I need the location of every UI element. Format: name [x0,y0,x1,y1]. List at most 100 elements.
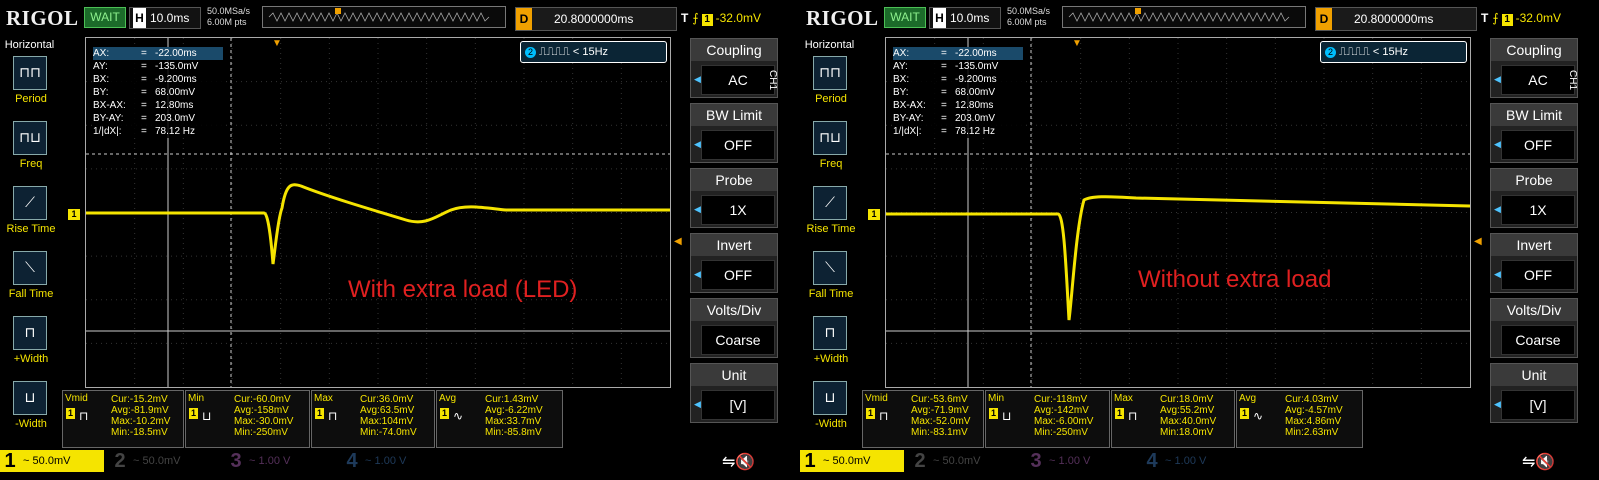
measurement-value: Avg:-142mV [1034,405,1089,416]
channel1-badge: 1 [315,408,324,419]
delay-display[interactable]: D 20.8000000ms [1315,7,1477,31]
cursor-row: BX: = -9.200ms [893,73,1023,86]
cursor-cell: AY: [93,61,108,72]
negative-width-button[interactable]: ⊔ [13,381,47,415]
measurement-name: Vmid [65,393,88,404]
channel1-badge: 1 [1240,408,1249,419]
measurement-value: Min:-18.5mV [111,427,168,438]
cursor-cell: -22.00ms [155,48,197,59]
left-arrow-icon: ◀ [694,139,701,149]
fall-time-button[interactable]: ⟍ [13,251,47,285]
measurement-max[interactable]: Max 1 ⊓ Cur:36.0mV Avg:63.5mV Max:104mV Min:-7… [311,390,435,448]
measurement-value: Max:-10.2mV [111,416,171,427]
measurement-value: Max:40.0mV [1160,416,1217,427]
channel-1-button[interactable]: 1 ~ 50.0mV [800,450,904,472]
menu-bw-limit[interactable]: BW Limit OFF ◀ [1490,103,1578,163]
frequency-button[interactable]: ⊓⊔ [813,121,847,155]
measurement-max[interactable]: Max 1 ⊓ Cur:18.0mV Avg:55.2mV Max:40.0mV Min:1… [1111,390,1235,448]
measurement-vmid[interactable]: Vmid 1 ⊓ Cur:-15.2mV Avg:-81.9mV Max:-10.2mV M… [62,390,184,448]
frequency-button[interactable]: ⊓⊔ [13,121,47,155]
menu-unit[interactable]: Unit [V] ◀ [690,363,778,423]
positive-width-icon: ⊓ [824,324,836,340]
menu-volts-div[interactable]: Volts/Div Coarse [1490,298,1578,358]
channel-scale: 50.0mV [942,455,981,467]
measurement-min[interactable]: Min 1 ⊔ Cur:-118mV Avg:-142mV Max:-6.00mV Min:… [985,390,1110,448]
menu-value: OFF [701,260,775,290]
measurement-avg[interactable]: Avg 1 ∿ Cur:1.43mV Avg:-6.22mV Max:33.7mV Min:… [436,390,563,448]
channel-menu-title: CH1 [767,70,778,91]
sample-rate: 50.0MSa/s [207,6,251,16]
channel2-badge: 2 [525,47,536,58]
cursor-cell: -22.00ms [955,48,997,59]
trigger-level-marker[interactable]: ◀ [674,236,682,247]
measurement-vmid[interactable]: Vmid 1 ⊓ Cur:-53.6mV Avg:-71.9mV Max:-52.0mV M… [862,390,984,448]
channel-4-button[interactable]: 4 ~ 1.00 V [1142,450,1252,472]
acquisition-info: 50.0MSa/s 6.00M pts [207,6,250,28]
measurement-values: Cur:-53.6mV Avg:-71.9mV Max:-52.0mV Min:-83… [911,394,970,438]
channel-4-button[interactable]: 4 ~ 1.00 V [342,450,452,472]
cursor-cell: 12.80ms [155,100,194,111]
menu-probe[interactable]: Probe 1X ◀ [1490,168,1578,228]
delay-display[interactable]: D 20.8000000ms [515,7,677,31]
cursor-cell: = [141,74,147,85]
measure-label: Fall Time [8,288,54,300]
menu-unit[interactable]: Unit [V] ◀ [1490,363,1578,423]
edge-trigger-icon: ⨍ [692,11,699,25]
run-status-badge[interactable]: WAIT [84,7,126,28]
timebase-value: 10.0ms [150,11,190,25]
trigger-level-marker[interactable]: ◀ [1474,236,1482,247]
negative-width-button[interactable]: ⊔ [813,381,847,415]
measurement-min[interactable]: Min 1 ⊔ Cur:-60.0mV Avg:-158mV Max:-30.0mV Min… [185,390,310,448]
trigger-display[interactable]: T ⨍ 1 -32.0mV [681,7,796,29]
channel-2-button[interactable]: 2 ~ 50.0mV [910,450,1020,472]
channel-3-button[interactable]: 3 ~ 1.00 V [1026,450,1136,472]
measure-type-icon: ∿ [453,409,464,423]
menu-probe[interactable]: Probe 1X ◀ [690,168,778,228]
rise-time-button[interactable]: ⟋ [13,186,47,220]
cursor-cell: = [941,74,947,85]
menu-invert[interactable]: Invert OFF ◀ [690,233,778,293]
timebase-display[interactable]: H 10.0ms [129,7,201,29]
measure-type-icon: ⊓ [79,409,89,423]
channel-scale: 1.00 V [258,455,291,467]
scope-panel-left: RIGOL WAIT H 10.0ms 50.0MSa/s 6.00M pts D 2… [0,0,800,480]
measurement-values: Cur:4.03mV Avg:-4.57mV Max:4.86mV Min:2.63m… [1285,394,1343,438]
channel-scale: 1.00 V [374,455,407,467]
positive-width-button[interactable]: ⊓ [813,316,847,350]
period-button[interactable]: ⊓⊓ [13,56,47,90]
run-status-badge[interactable]: WAIT [884,7,926,28]
measure-type-icon: ⊓ [879,409,889,423]
menu-title: Coupling [1491,39,1577,61]
d-label: D [1316,8,1332,30]
measurement-avg[interactable]: Avg 1 ∿ Cur:4.03mV Avg:-4.57mV Max:4.86mV Min:… [1236,390,1363,448]
cursor-cell: = [141,48,147,59]
menu-title: Invert [691,234,777,256]
cursor-row: BY-AY: = 203.0mV [893,112,1023,125]
channel-2-button[interactable]: 2 ~ 50.0mV [110,450,220,472]
channel1-offset-marker[interactable]: 1 [68,209,80,220]
trigger-position-marker[interactable]: ▼ [1072,38,1082,49]
period-button[interactable]: ⊓⊓ [813,56,847,90]
menu-value: Coarse [701,325,775,355]
fall-time-button[interactable]: ⟍ [813,251,847,285]
coupling-icon: ~ [1162,455,1175,467]
trigger-position-marker[interactable]: ▼ [272,38,282,49]
measurement-value: Min:-250mV [1034,427,1088,438]
menu-coupling[interactable]: Coupling AC ◀ [690,38,778,98]
positive-width-button[interactable]: ⊓ [13,316,47,350]
menu-value: Coarse [1501,325,1575,355]
left-arrow-icon: ◀ [1494,399,1501,409]
menu-invert[interactable]: Invert OFF ◀ [1490,233,1578,293]
rise-time-button[interactable]: ⟋ [813,186,847,220]
channel1-offset-marker[interactable]: 1 [868,209,880,220]
menu-bw-limit[interactable]: BW Limit OFF ◀ [690,103,778,163]
channel-3-button[interactable]: 3 ~ 1.00 V [226,450,336,472]
t-label: T [681,11,689,25]
channel-1-button[interactable]: 1 ~ 50.0mV [0,450,104,472]
t-label: T [1481,11,1489,25]
menu-volts-div[interactable]: Volts/Div Coarse [690,298,778,358]
trigger-display[interactable]: T ⨍ 1 -32.0mV [1481,7,1596,29]
timebase-display[interactable]: H 10.0ms [929,7,1001,29]
measure-label: Freq [819,158,843,170]
menu-coupling[interactable]: Coupling AC ◀ [1490,38,1578,98]
